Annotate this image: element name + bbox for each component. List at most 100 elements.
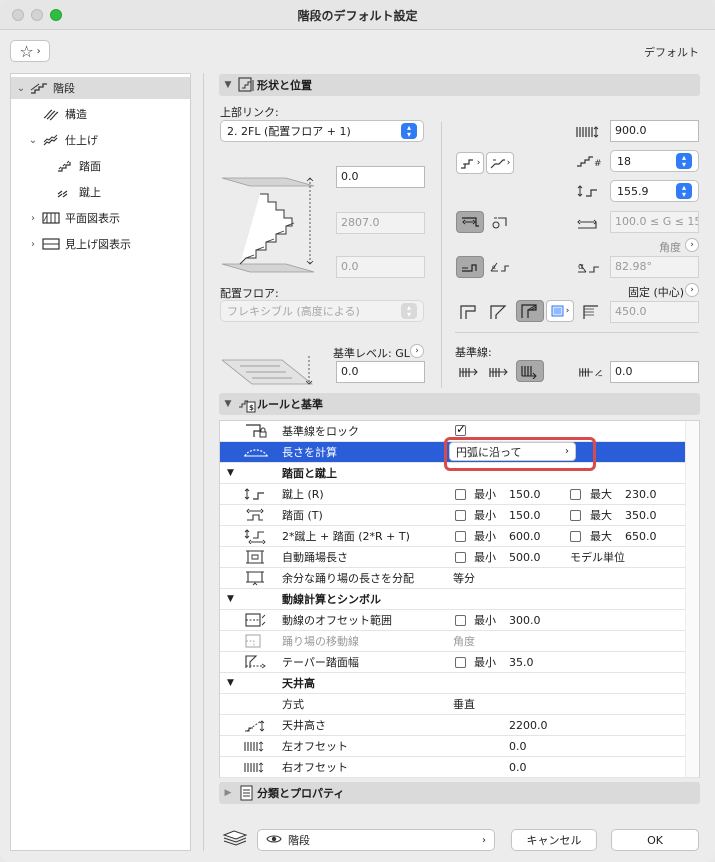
tree-item-structure[interactable]: 構造 bbox=[11, 103, 87, 125]
table-row-riser[interactable]: 蹴上 (R) 最小 150.0 最大 230.0 bbox=[220, 484, 699, 505]
table-row-headroom-height[interactable]: 天井高さ 2200.0 bbox=[220, 715, 699, 736]
stair-mode-button-b[interactable]: › bbox=[486, 152, 514, 174]
min-value[interactable]: 150.0 bbox=[509, 488, 541, 501]
favorites-button[interactable]: ☆ › bbox=[10, 40, 50, 62]
ref-level-field[interactable]: 0.0 bbox=[336, 361, 425, 383]
table-row-tread[interactable]: 踏面 (T) 最小 150.0 最大 350.0 bbox=[220, 505, 699, 526]
baseline-right-button[interactable] bbox=[516, 360, 544, 382]
headroom-height-icon bbox=[242, 717, 270, 733]
chevron-right-icon[interactable]: › bbox=[27, 239, 39, 250]
landing-type-a-icon[interactable] bbox=[456, 301, 482, 323]
chevron-down-icon[interactable]: ⌄ bbox=[27, 135, 39, 146]
going-free-icon[interactable] bbox=[487, 211, 513, 233]
bottom-offset-field[interactable]: 0.0 bbox=[336, 256, 425, 278]
min-checkbox[interactable] bbox=[455, 615, 466, 626]
top-offset-field[interactable]: 0.0 bbox=[336, 166, 425, 188]
ref-level-menu-button[interactable]: › bbox=[410, 344, 424, 358]
fixed-menu-button[interactable]: › bbox=[685, 283, 699, 297]
baseline-divider bbox=[455, 332, 699, 333]
min-value[interactable]: 500.0 bbox=[509, 551, 541, 564]
landing-options-button[interactable]: › bbox=[546, 300, 574, 322]
min-checkbox[interactable] bbox=[455, 531, 466, 542]
row-value[interactable]: 2200.0 bbox=[509, 719, 548, 732]
max-checkbox[interactable] bbox=[570, 510, 581, 521]
table-row-method[interactable]: 方式 垂直 bbox=[220, 694, 699, 715]
group-headroom[interactable]: ▼ 天井高 bbox=[220, 673, 699, 694]
top-link-select[interactable]: 2. 2FL (配置フロア + 1) ▴ ▾ bbox=[220, 120, 424, 142]
table-row-walkline-offset[interactable]: 動線のオフセット範囲 最小 300.0 bbox=[220, 610, 699, 631]
home-floor-select[interactable]: フレキシブル (高度による) ▴ ▾ bbox=[220, 300, 424, 322]
tree-item-tread[interactable]: 踏面 bbox=[11, 155, 101, 177]
section-shape-position[interactable]: ▼ 形状と位置 bbox=[219, 74, 700, 96]
table-row-right-offset[interactable]: 右オフセット 0.0 bbox=[220, 757, 699, 778]
min-checkbox[interactable] bbox=[455, 510, 466, 521]
section-classification[interactable]: ▶ 分類とプロパティ bbox=[219, 782, 700, 804]
min-value[interactable]: 35.0 bbox=[509, 656, 534, 669]
stair-mode-button-a[interactable]: › bbox=[456, 152, 484, 174]
calc-length-dropdown[interactable]: 円弧に沿って › bbox=[449, 442, 576, 461]
group-walkline[interactable]: ▼ 動線計算とシンボル bbox=[220, 589, 699, 610]
group-title: 動線計算とシンボル bbox=[282, 593, 381, 606]
baseline-left-icon[interactable] bbox=[456, 361, 482, 383]
min-checkbox[interactable] bbox=[455, 552, 466, 563]
baseline-center-icon[interactable] bbox=[486, 361, 512, 383]
row-value[interactable]: 等分 bbox=[453, 570, 475, 586]
baseline-offset-field[interactable]: 0.0 bbox=[610, 361, 699, 383]
row-value[interactable]: 垂直 bbox=[453, 696, 475, 712]
table-scrollbar[interactable] bbox=[685, 421, 699, 777]
tree-item-riser[interactable]: 蹴上 bbox=[11, 181, 101, 203]
landing-walkline-icon bbox=[242, 633, 270, 649]
max-value[interactable]: 230.0 bbox=[625, 488, 657, 501]
max-value[interactable]: 350.0 bbox=[625, 509, 657, 522]
star-icon: ☆ bbox=[19, 41, 34, 61]
row-value[interactable]: 0.0 bbox=[509, 740, 527, 753]
min-checkbox[interactable] bbox=[455, 657, 466, 668]
cancel-button[interactable]: キャンセル bbox=[511, 829, 597, 851]
section-title: ルールと基準 bbox=[257, 398, 323, 411]
row-label: 自動踊場長さ bbox=[282, 551, 348, 564]
table-row-distribute-landing[interactable]: 余分な踊り場の長さを分配 等分 bbox=[220, 568, 699, 589]
row-label: テーパー踏面幅 bbox=[282, 656, 359, 669]
section-rules-standards[interactable]: ▼ $ ルールと基準 bbox=[219, 393, 700, 415]
min-checkbox[interactable] bbox=[455, 489, 466, 500]
angle-lock-button[interactable] bbox=[456, 256, 484, 278]
riser-count-select[interactable]: 18 ▴ ▾ bbox=[610, 150, 699, 172]
ok-button[interactable]: OK bbox=[611, 829, 699, 851]
tree-item-finish[interactable]: ⌄ 仕上げ bbox=[11, 129, 98, 151]
landing-type-c-button[interactable] bbox=[516, 300, 544, 322]
triangle-down-icon: ▼ bbox=[227, 468, 234, 478]
table-row-step-formula[interactable]: 2*蹴上 + 踏面 (2*R + T) 最小 600.0 最大 650.0 bbox=[220, 526, 699, 547]
landing-length-icon bbox=[242, 549, 270, 565]
lock-baseline-checkbox[interactable] bbox=[455, 422, 466, 436]
min-value[interactable]: 600.0 bbox=[509, 530, 541, 543]
width-field[interactable]: 450.0 bbox=[610, 301, 699, 323]
max-checkbox[interactable] bbox=[570, 489, 581, 500]
angle-menu-button[interactable]: › bbox=[685, 238, 699, 252]
chevron-right-icon[interactable]: › bbox=[27, 213, 39, 224]
table-row-left-offset[interactable]: 左オフセット 0.0 bbox=[220, 736, 699, 757]
max-value[interactable]: 650.0 bbox=[625, 530, 657, 543]
chevron-down-icon[interactable]: ⌄ bbox=[15, 83, 27, 94]
angle-field[interactable]: 82.98° bbox=[610, 256, 699, 278]
riser-height-select[interactable]: 155.9 ▴ ▾ bbox=[610, 180, 699, 202]
going-range-field[interactable]: 100.0 ≤ G ≤ 1555 bbox=[610, 211, 699, 233]
title-bar: 階段のデフォルト設定 bbox=[0, 0, 715, 30]
table-row-landing-walkline: 踊り場の移動線 角度 bbox=[220, 631, 699, 652]
stair-icon bbox=[29, 80, 49, 96]
tree-item-floor-plan[interactable]: › 平面図表示 bbox=[11, 207, 120, 229]
landing-type-b-icon[interactable] bbox=[486, 301, 512, 323]
table-row-auto-landing[interactable]: 自動踊場長さ 最小 500.0 モデル単位 bbox=[220, 547, 699, 568]
going-lock-button[interactable] bbox=[456, 211, 484, 233]
max-checkbox[interactable] bbox=[570, 531, 581, 542]
height-field[interactable]: 2807.0 bbox=[336, 212, 425, 234]
triangle-down-icon: ▼ bbox=[227, 678, 234, 688]
min-value[interactable]: 150.0 bbox=[509, 509, 541, 522]
min-value[interactable]: 300.0 bbox=[509, 614, 541, 627]
tree-item-reflected-ceiling[interactable]: › 見上げ図表示 bbox=[11, 233, 131, 255]
table-row-taper-tread[interactable]: テーパー踏面幅 最小 35.0 bbox=[220, 652, 699, 673]
layer-select[interactable]: 階段 › bbox=[257, 829, 495, 851]
total-rise-field[interactable]: 900.0 bbox=[610, 120, 699, 142]
angle-free-icon[interactable]: α bbox=[487, 256, 513, 278]
tree-item-stair[interactable]: ⌄ 階段 bbox=[11, 77, 190, 99]
row-value[interactable]: 0.0 bbox=[509, 761, 527, 774]
